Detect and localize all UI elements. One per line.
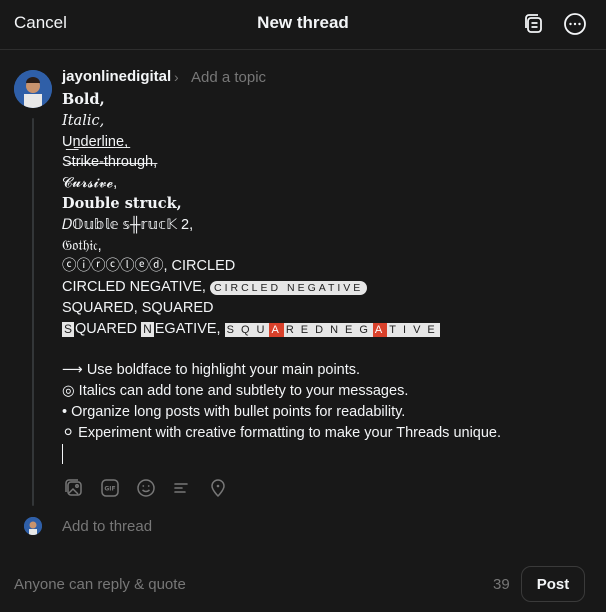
- squared-letter-red: A: [269, 322, 284, 337]
- more-icon[interactable]: [563, 12, 587, 36]
- squared-negative-text: QUARED: [75, 320, 138, 337]
- character-count: 39: [493, 576, 510, 593]
- squared-letter: V: [411, 322, 426, 337]
- squared-letter: E: [298, 322, 314, 337]
- reply-setting-button[interactable]: Anyone can reply & quote: [14, 576, 186, 593]
- svg-text:GIF: GIF: [104, 486, 115, 493]
- drafts-icon[interactable]: [522, 12, 546, 36]
- line-circled-negative: CIRCLED NEGATIVE, CIRCLED NEGATIVE: [62, 277, 592, 298]
- squared-letter: E: [425, 322, 440, 337]
- squared-letter: Q: [238, 322, 255, 337]
- line-double-struck: 𝐃𝐨𝐮𝐛𝐥𝐞 𝐬𝐭𝐫𝐮𝐜𝐤,: [62, 194, 182, 212]
- post-text-editor[interactable]: 𝐁𝐨𝐥𝐝, 𝐼𝑡𝑎𝑙𝑖𝑐, U͟n͟d͟e͟r͟l͟i͟n͟e͟, S̶t̶r̶…: [62, 90, 592, 464]
- squared-letter: S: [224, 322, 239, 337]
- squared-letter: R: [283, 322, 299, 337]
- emoji-icon[interactable]: [136, 478, 156, 498]
- line-squared-negative: S QUARED N EGATIVE, SQUAREDNEGATIVE: [62, 319, 592, 340]
- avatar-small: [24, 517, 42, 535]
- line-cursive: 𝓒𝓾𝓻𝓼𝓲𝓿𝓮,: [62, 175, 118, 192]
- location-icon[interactable]: [208, 478, 228, 498]
- squared-letter: N: [328, 322, 344, 337]
- image-icon[interactable]: [64, 478, 84, 498]
- chevron-right-icon: ›: [174, 69, 179, 85]
- line-bullet-4: ⚪ Experiment with creative formatting to…: [62, 424, 502, 441]
- page-title: New thread: [257, 13, 349, 32]
- squared-letter: G: [357, 322, 373, 337]
- cancel-button[interactable]: Cancel: [14, 13, 67, 33]
- squared-label: SQUARED, SQUARED: [62, 299, 214, 316]
- line-bullet-1: ⟶ Use boldface to highlight your main po…: [62, 362, 361, 379]
- thread-line: [32, 118, 34, 506]
- squared-letter: N: [141, 321, 154, 337]
- top-bar: Cancel New thread: [0, 0, 606, 50]
- squared-letter: E: [343, 322, 358, 337]
- text-cursor-line: [62, 443, 592, 465]
- add-to-thread-button[interactable]: Add to thread: [62, 518, 152, 535]
- squared-letter: T: [387, 322, 401, 337]
- squared-letter: I: [401, 322, 412, 337]
- squared-letter-red: A: [372, 322, 388, 337]
- line-double-struck-styled: 𝐷𝕆𝕦𝕓𝕝𝕖 𝕤╫𝕣𝕦𝕔𝕂 2,: [62, 216, 194, 233]
- avatar[interactable]: [14, 70, 52, 108]
- squared-letter: U: [254, 322, 270, 337]
- circled-negative-label: CIRCLED NEGATIVE,: [62, 279, 210, 296]
- circled-negative-chip: CIRCLED NEGATIVE: [209, 281, 368, 296]
- poll-icon[interactable]: [172, 478, 192, 498]
- post-button[interactable]: Post: [521, 566, 585, 602]
- text-cursor: [62, 443, 63, 464]
- line-squared: SQUARED, SQUARED: [62, 298, 592, 319]
- line-underline: U͟n͟d͟e͟r͟l͟i͟n͟e͟,: [62, 133, 129, 150]
- line-bullet-3: • Organize long posts with bullet points…: [62, 403, 406, 420]
- gif-icon[interactable]: GIF: [100, 478, 120, 498]
- squared-letter: S: [62, 321, 75, 337]
- username: jayonlinedigital: [62, 68, 172, 85]
- line-bullet-2: ◎ Italics can add tone and subtlety to y…: [62, 383, 409, 400]
- squared-negative-text: EGATIVE,: [154, 320, 221, 337]
- line-circled: ⓒⓘⓡⓒⓛⓔⓓ, CIRCLED: [62, 258, 236, 275]
- squared-letter: D: [313, 322, 329, 337]
- line-bold: 𝐁𝐨𝐥𝐝,: [62, 91, 105, 108]
- add-topic-input[interactable]: Add a topic: [191, 69, 266, 86]
- line-strikethrough: S̶t̶r̶i̶k̶e̶-̶t̶h̶r̶o̶u̶g̶h̶,: [62, 154, 158, 171]
- line-italic: 𝐼𝑡𝑎𝑙𝑖𝑐,: [62, 112, 105, 129]
- line-gothic: 𝔊𝔬𝔱𝔥𝔦𝔠,: [62, 237, 102, 254]
